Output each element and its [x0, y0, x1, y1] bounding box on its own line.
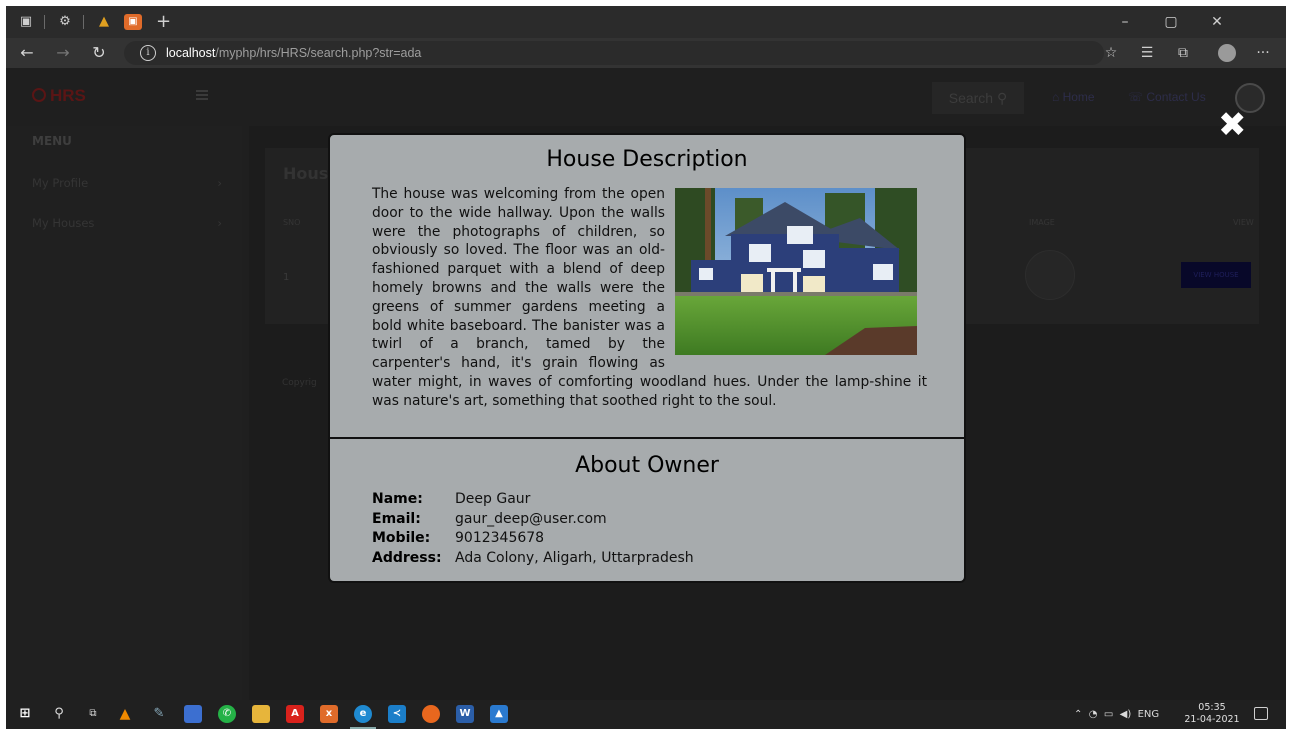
owner-mobile-row: Mobile: 9012345678 [372, 529, 694, 549]
close-window-icon[interactable]: ✕ [1194, 6, 1240, 38]
task-view-icon[interactable]: ⧉ [84, 705, 102, 723]
owner-section-title: About Owner [575, 453, 719, 478]
owner-email-value: gaur_deep@user.com [455, 510, 607, 527]
back-icon[interactable]: ← [16, 42, 38, 64]
search-label: Search [948, 90, 994, 106]
modal-title: House Description [546, 147, 748, 172]
tab-actions-icon[interactable]: ▣ [18, 14, 34, 30]
home-icon: ⌂ [1052, 90, 1060, 104]
browser-tab-bar: ▣ ⚙ ▲ ▣ + – ▢ ✕ [6, 6, 1286, 38]
xampp-tab-icon[interactable]: ▲ [96, 14, 112, 30]
word-icon[interactable]: W [456, 705, 474, 723]
refresh-icon[interactable]: ↻ [88, 42, 110, 64]
profile-icon[interactable] [1218, 44, 1236, 62]
owner-name-row: Name: Deep Gaur [372, 490, 694, 510]
vlc-icon[interactable]: ▲ [116, 705, 134, 723]
url-path: /myphp/hrs/HRS/search.php?str=ada [215, 46, 422, 60]
chevron-right-icon: › [217, 176, 222, 190]
edge-icon[interactable]: e [354, 705, 372, 723]
url-host: localhost [166, 46, 216, 60]
new-tab-icon[interactable]: + [156, 13, 171, 31]
taskbar-clock[interactable]: 05:35 21-04-2021 [1184, 702, 1240, 726]
system-tray[interactable]: ⌃ ◔ ▭ ◀) ENG [1074, 709, 1159, 720]
sidebar: MENU My Profile › My Houses › [6, 126, 242, 700]
house-thumbnail [1025, 250, 1075, 300]
owner-mobile-label: Mobile: [372, 530, 431, 546]
search-taskbar-icon[interactable]: ⚲ [50, 705, 68, 723]
tab-separator [44, 15, 45, 29]
more-options-icon[interactable]: ··· [1252, 42, 1274, 64]
active-tab-icon[interactable]: ▣ [124, 14, 142, 30]
site-info-icon[interactable]: i [140, 45, 156, 61]
house-description-modal: House Description The house was welcomin… [328, 133, 966, 583]
owner-name-label: Name: [372, 491, 423, 507]
sidebar-item-my-houses[interactable]: My Houses › [32, 216, 222, 230]
tab-separator [83, 15, 84, 29]
modal-divider [330, 437, 964, 439]
owner-email-row: Email: gaur_deep@user.com [372, 510, 694, 530]
windows-taskbar: ⊞ ⚲ ⧉ ▲ ✎ ✆ A x e ≺ W ▲ ⌃ ◔ ▭ ◀) ENG 05:… [6, 700, 1286, 729]
owner-address-row: Address: Ada Colony, Aligarh, Uttarprades… [372, 549, 694, 569]
sidebar-item-label: My Houses [32, 216, 95, 230]
forward-icon[interactable]: → [52, 42, 74, 64]
phone-icon: ☏ [1128, 90, 1144, 104]
column-header-image: IMAGE [1029, 218, 1055, 227]
active-app-indicator [350, 727, 376, 729]
firefox-icon[interactable] [422, 705, 440, 723]
table-cell-sno: 1 [283, 272, 290, 283]
modal-close-icon[interactable]: ✖ [1218, 108, 1247, 142]
sidebar-heading: MENU [32, 134, 72, 148]
xampp-icon[interactable]: x [320, 705, 338, 723]
nav-home-label: Home [1062, 90, 1095, 104]
logo-mark-icon [32, 88, 46, 102]
clock-date: 21-04-2021 [1184, 714, 1240, 725]
settings-tab-icon[interactable]: ⚙ [57, 14, 73, 30]
card-title: Hous [283, 164, 329, 183]
owner-name-value: Deep Gaur [455, 491, 531, 507]
acrobat-icon[interactable]: A [286, 705, 304, 723]
logo-text: HRS [50, 86, 86, 105]
copyright-text: Copyrig [282, 378, 317, 388]
language-indicator[interactable]: ENG [1138, 709, 1160, 720]
owner-address-value: Ada Colony, Aligarh, Uttarpradesh [455, 549, 694, 566]
nav-home[interactable]: ⌂ Home [1052, 90, 1095, 104]
search-button[interactable]: Search ⚲ [932, 82, 1024, 114]
collections-icon[interactable]: ⧉ [1172, 42, 1194, 64]
column-header-view: VIEW [1233, 218, 1254, 227]
minimize-icon[interactable]: – [1102, 6, 1148, 38]
vscode-icon[interactable]: ≺ [388, 705, 406, 723]
file-explorer-icon[interactable] [252, 705, 270, 723]
add-favorite-icon[interactable]: ☆ [1100, 42, 1122, 64]
start-icon[interactable]: ⊞ [16, 705, 34, 723]
url-text[interactable]: localhost/myphp/hrs/HRS/search.php?str=a… [166, 46, 421, 60]
column-header-sno: SNO [283, 218, 301, 227]
restore-icon[interactable]: ▢ [1148, 6, 1194, 38]
photos-icon[interactable]: ▲ [490, 705, 508, 723]
address-bar: ← → ↻ i localhost/myphp/hrs/HRS/search.p… [6, 38, 1286, 68]
document-app-icon[interactable] [184, 705, 202, 723]
owner-email-label: Email: [372, 510, 421, 527]
search-icon: ⚲ [996, 90, 1008, 106]
screen: ▣ ⚙ ▲ ▣ + – ▢ ✕ ← → ↻ i localhost/myphp/… [6, 6, 1286, 729]
owner-address-label: Address: [372, 549, 442, 566]
nav-contact[interactable]: ☏ Contact Us [1128, 90, 1206, 104]
sidebar-item-my-profile[interactable]: My Profile › [32, 176, 222, 190]
hamburger-menu-icon[interactable] [196, 90, 208, 100]
notifications-icon[interactable] [1254, 707, 1268, 720]
chevron-right-icon: › [217, 216, 222, 230]
favorites-icon[interactable]: ☰ [1136, 42, 1158, 64]
house-photo [675, 188, 917, 355]
owner-mobile-value: 9012345678 [455, 530, 545, 546]
nav-contact-label: Contact Us [1146, 90, 1206, 104]
sidebar-item-label: My Profile [32, 176, 89, 190]
site-logo[interactable]: HRS [32, 86, 86, 106]
clock-time: 05:35 [1198, 702, 1226, 713]
owner-info: Name: Deep Gaur Email: gaur_deep@user.com … [372, 490, 694, 568]
paint-icon[interactable]: ✎ [150, 705, 168, 723]
whatsapp-icon[interactable]: ✆ [218, 705, 236, 723]
view-house-button[interactable]: VIEW HOUSE [1181, 262, 1251, 288]
